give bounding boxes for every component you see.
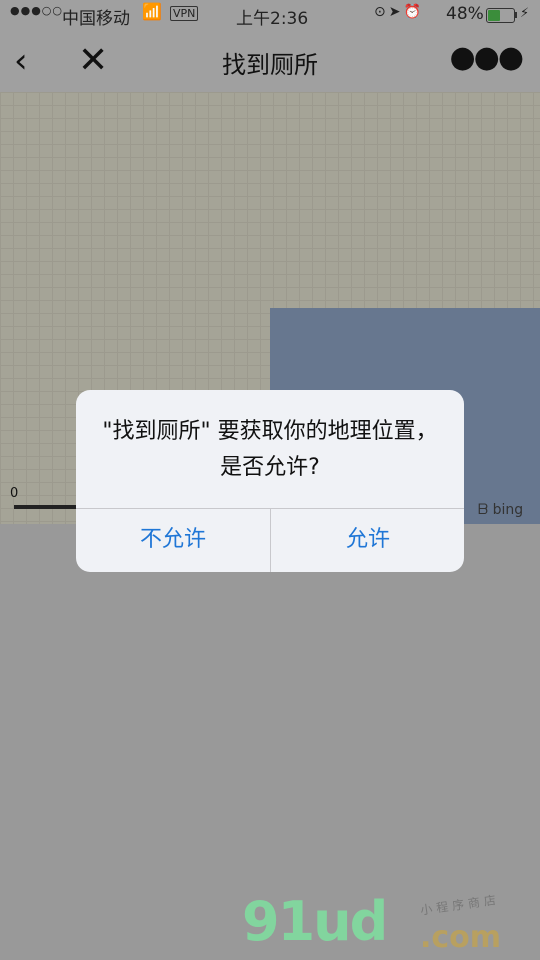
watermark-tagline: 小程序商店	[419, 892, 501, 918]
carrier-name: 中国移动	[62, 9, 130, 29]
status-time: 上午2:36	[236, 9, 309, 29]
status-icons: ⊙➤⏰	[374, 4, 424, 20]
charging-icon: ⚡	[520, 6, 530, 21]
bing-icon: ᗷ	[478, 502, 493, 518]
location-permission-dialog: "找到厕所" 要获取你的地理位置，是否允许? 不允许 允许	[76, 390, 464, 572]
watermark-brand: 91ud	[242, 890, 388, 953]
more-options-icon[interactable]: ●●●	[449, 38, 524, 78]
signal-strength-icon: ●●●○○	[10, 4, 63, 17]
map-scale-bar	[14, 505, 79, 509]
battery-icon	[486, 8, 515, 23]
map-provider-label: bing	[492, 502, 524, 518]
map-provider-logo: ᗷ bing	[478, 502, 523, 518]
deny-button[interactable]: 不允许	[76, 509, 270, 572]
dialog-message: "找到厕所" 要获取你的地理位置，是否允许?	[102, 419, 438, 480]
vpn-badge: VPN	[170, 6, 199, 21]
map-scale-label: 0	[10, 486, 19, 501]
watermark-domain: .com	[420, 920, 502, 955]
allow-button[interactable]: 允许	[271, 509, 464, 572]
wifi-icon: 📶	[142, 2, 162, 21]
navigation-bar: ‹ ✕ 找到厕所 ●●●	[0, 30, 540, 92]
status-bar: ●●●○○ 中国移动 📶 VPN 上午2:36 ⊙➤⏰ 48% ⚡	[0, 0, 540, 30]
battery-fill	[488, 10, 500, 21]
battery-tip	[515, 12, 517, 18]
battery-percent: 48%	[446, 4, 484, 24]
